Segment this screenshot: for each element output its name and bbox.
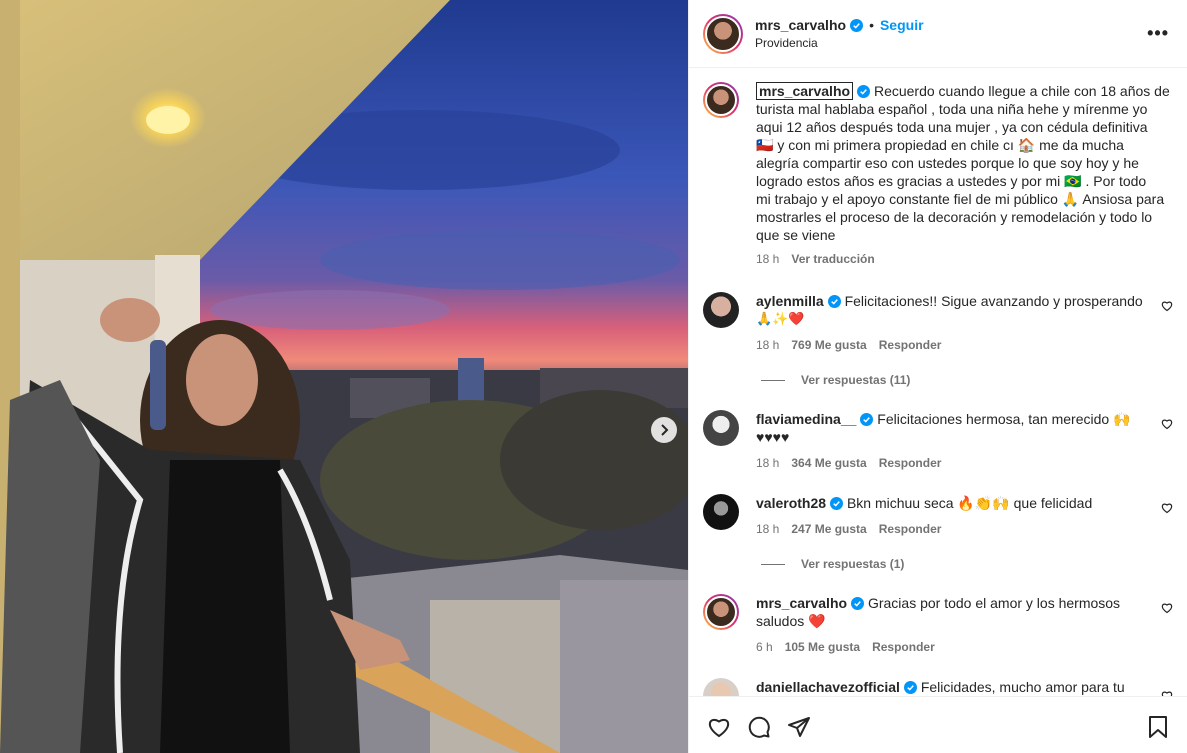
reply-button[interactable]: Responder [879, 520, 942, 538]
like-heart-icon[interactable] [707, 715, 731, 739]
verified-badge-icon [851, 597, 865, 610]
comment-item: aylenmilla Felicitaciones!! Sigue avanza… [703, 292, 1173, 354]
next-photo-button[interactable] [651, 417, 677, 443]
caption-avatar[interactable] [703, 82, 739, 118]
reply-button[interactable]: Responder [879, 336, 942, 354]
caption-line: logrado estos años es gracias a ustedes … [756, 173, 1147, 189]
comment-text: Felicidades, mucho amor para tu [920, 679, 1125, 695]
caption: mrs_carvalho Recuerdo cuando llegue a ch… [703, 82, 1173, 268]
chevron-right-icon [661, 424, 669, 436]
like-comment-heart-icon[interactable] [1161, 300, 1173, 312]
caption-line: mi trabajo y el apoyo constante fiel de … [756, 191, 1165, 207]
caption-line: turista mal hablaba español , toda una n… [756, 101, 1148, 117]
save-bookmark-icon[interactable] [1147, 715, 1169, 739]
post-side-panel: mrs_carvalho • Seguir Providencia ••• mr… [688, 0, 1187, 753]
comment-item: flaviamedina__ Felicitaciones hermosa, t… [703, 410, 1173, 472]
caption-line: que se viene [756, 227, 836, 243]
caption-line: 🇨🇱 y con mi primera propiedad en chile c… [756, 137, 1124, 153]
comment-avatar[interactable] [703, 292, 739, 328]
comment-time: 18 h [756, 338, 780, 352]
comment-text-cont: saludos ❤️ [756, 613, 826, 629]
comment-username[interactable]: daniellachavezofficial [756, 679, 900, 695]
comment-username[interactable]: aylenmilla [756, 293, 824, 309]
photo-illustration [0, 0, 688, 753]
comment-time: 18 h [756, 522, 780, 536]
verified-badge-icon [850, 18, 864, 32]
comment-username[interactable]: valeroth28 [756, 495, 826, 511]
comment-likes[interactable]: 364 Me gusta [791, 454, 866, 472]
follow-button[interactable]: Seguir [880, 17, 924, 33]
comment-avatar[interactable] [703, 494, 739, 530]
caption-time: 18 h [756, 252, 780, 266]
comment-text: Felicitaciones hermosa, tan merecido 🙌 [877, 411, 1131, 427]
reply-button[interactable]: Responder [879, 454, 942, 472]
comment-item: mrs_carvalho Gracias por todo el amor y … [703, 594, 1173, 656]
verified-badge-icon [903, 681, 917, 694]
comment-likes[interactable]: 247 Me gusta [791, 520, 866, 538]
verified-badge-icon [830, 497, 844, 510]
caption-username[interactable]: mrs_carvalho [756, 82, 854, 100]
verified-badge-icon [860, 413, 874, 426]
verified-badge-icon [827, 295, 841, 308]
caption-line: Recuerdo cuando llegue a chile con 18 añ… [873, 83, 1170, 99]
post-action-bar [689, 696, 1187, 753]
comment-likes[interactable]: 105 Me gusta [785, 638, 860, 656]
comment-icon[interactable] [747, 715, 771, 739]
comments-scroll[interactable]: mrs_carvalho Recuerdo cuando llegue a ch… [689, 68, 1187, 753]
view-replies-button[interactable]: Ver respuestas (1) [761, 557, 904, 571]
like-comment-heart-icon[interactable] [1161, 502, 1173, 514]
comment-text: Felicitaciones!! Sigue avanzando y prosp… [844, 293, 1143, 309]
verified-badge-icon [857, 85, 871, 98]
comment-text-cont: 🙏✨❤️ [756, 311, 805, 326]
see-translation-link[interactable]: Ver traducción [791, 250, 874, 268]
author-username[interactable]: mrs_carvalho [755, 17, 846, 33]
reply-button[interactable]: Responder [872, 638, 935, 656]
comment-text: Bkn michuu seca 🔥👏🙌 que felicidad [846, 495, 1093, 511]
comment-text-cont: ♥♥♥♥ [756, 429, 790, 445]
view-replies-button[interactable]: Ver respuestas (11) [761, 373, 910, 387]
caption-line: mostrarles el proceso de la decoración y… [756, 209, 1153, 225]
comment-time: 6 h [756, 640, 773, 654]
post-photo[interactable] [0, 0, 688, 753]
comment-text: Gracias por todo el amor y los hermosos [867, 595, 1121, 611]
comment-time: 18 h [756, 456, 780, 470]
share-paper-plane-icon[interactable] [787, 715, 811, 739]
caption-line: alegría compartir eso con ustedes porque… [756, 155, 1139, 171]
comment-avatar[interactable] [703, 410, 739, 446]
post-header: mrs_carvalho • Seguir Providencia ••• [689, 0, 1187, 68]
author-avatar[interactable] [703, 13, 743, 54]
header-separator: • [869, 17, 874, 33]
comment-likes[interactable]: 769 Me gusta [791, 336, 866, 354]
comment-avatar[interactable] [703, 594, 739, 630]
like-comment-heart-icon[interactable] [1161, 418, 1173, 430]
comment-username[interactable]: flaviamedina__ [756, 411, 856, 427]
post-location[interactable]: Providencia [755, 36, 924, 50]
comment-username[interactable]: mrs_carvalho [756, 595, 847, 611]
more-options-button[interactable]: ••• [1147, 23, 1169, 44]
comment-item: valeroth28 Bkn michuu seca 🔥👏🙌 que felic… [703, 494, 1173, 538]
like-comment-heart-icon[interactable] [1161, 602, 1173, 614]
caption-line: aqui 12 años después toda una mujer , ya… [756, 119, 1148, 135]
